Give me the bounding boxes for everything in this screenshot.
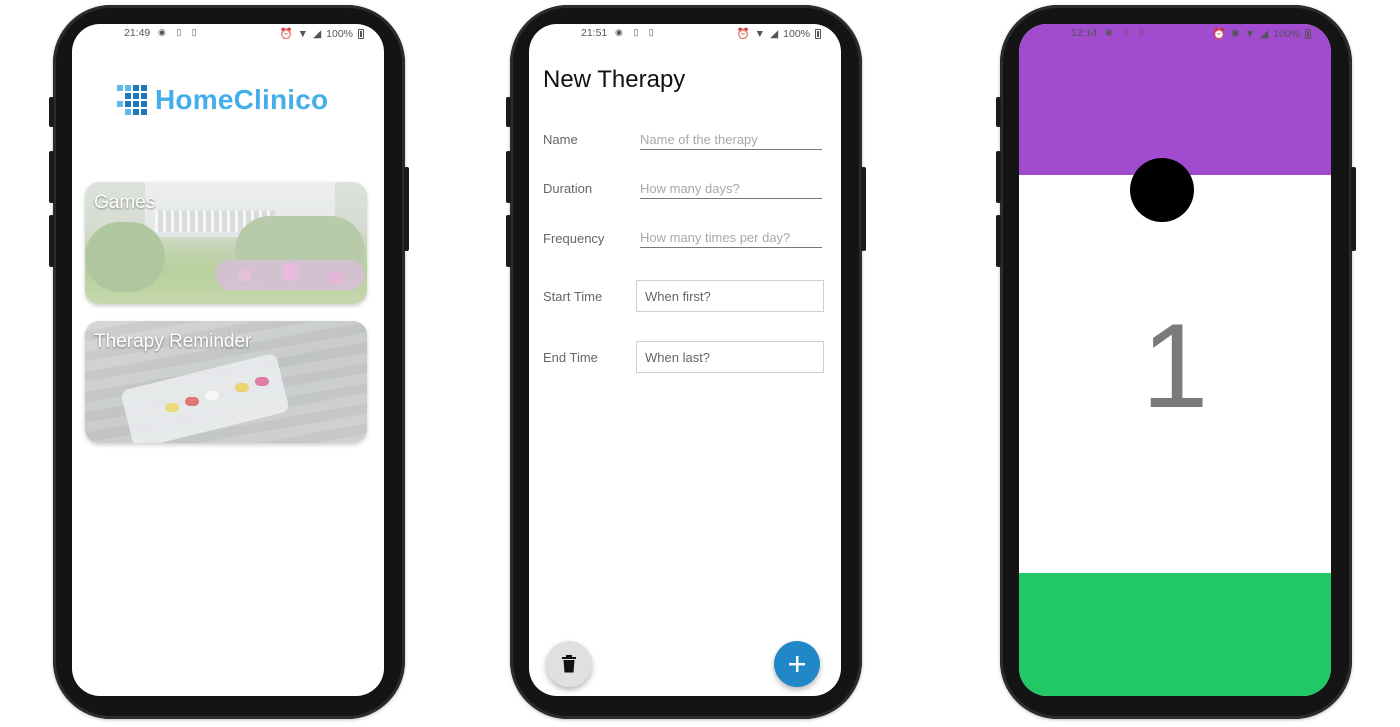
therapy-reminder-card-label: Therapy Reminder [94, 331, 252, 352]
logo-text: HomeClinico [155, 84, 329, 115]
frequency-input[interactable] [640, 228, 822, 248]
frequency-label: Frequency [543, 231, 605, 246]
battery-percent: 100% [783, 27, 810, 40]
trash-icon [562, 655, 576, 673]
end-time-label: End Time [543, 350, 598, 365]
game-screen: 12:14 ◉ ▯ ▯ ⏰ ✱ ▼ ◢ 100% 1 [1019, 24, 1331, 696]
signal-icon: ◢ [313, 27, 322, 40]
alarm-icon: ⏰ [1212, 28, 1226, 40]
duration-label: Duration [543, 181, 593, 196]
signal-icon: ◢ [1260, 27, 1269, 40]
status-time: 12:14 [1071, 27, 1098, 39]
notification-icons: ◉ ▯ ▯ [158, 27, 201, 37]
status-bar: 21:51 ◉ ▯ ▯ ⏰ ▼ ◢ 100% [529, 24, 841, 42]
delete-button[interactable] [546, 641, 592, 687]
status-bar: 12:14 ◉ ▯ ▯ ⏰ ✱ ▼ ◢ 100% [1019, 24, 1331, 42]
name-label: Name [543, 132, 578, 147]
phone-frame-game: 12:14 ◉ ▯ ▯ ⏰ ✱ ▼ ◢ 100% 1 [996, 5, 1356, 719]
name-input[interactable] [640, 130, 822, 150]
notification-icons: ◉ ▯ ▯ [615, 27, 658, 37]
end-time-input[interactable] [636, 341, 824, 373]
battery-icon [1305, 28, 1311, 39]
bluetooth-icon: ✱ [1230, 27, 1240, 40]
score-counter: 1 [1141, 299, 1209, 433]
game-top-zone[interactable] [1019, 24, 1331, 175]
notification-icons: ◉ ▯ ▯ [1105, 27, 1148, 37]
start-time-input[interactable] [636, 280, 824, 312]
logo-grid-icon [117, 85, 147, 115]
status-time: 21:51 [581, 27, 608, 39]
status-bar: 21:49 ◉ ▯ ▯ ⏰ ▼ ◢ 100% [72, 24, 384, 42]
wifi-icon: ▼ [1244, 27, 1256, 40]
duration-input[interactable] [640, 179, 822, 199]
battery-icon [358, 28, 364, 39]
therapy-reminder-card[interactable]: Therapy Reminder [85, 321, 367, 443]
signal-icon: ◢ [770, 27, 779, 40]
add-therapy-button[interactable] [774, 641, 820, 687]
page-title: New Therapy [543, 66, 686, 93]
wifi-icon: ▼ [754, 27, 766, 40]
battery-percent: 100% [326, 27, 353, 40]
home-screen: 21:49 ◉ ▯ ▯ ⏰ ▼ ◢ 100% HomeClinico Games… [72, 24, 384, 696]
game-bottom-zone[interactable] [1019, 573, 1331, 696]
plus-icon [789, 656, 805, 672]
status-time: 21:49 [124, 27, 151, 39]
app-logo: HomeClinico [117, 84, 328, 116]
battery-icon [815, 28, 821, 39]
start-time-label: Start Time [543, 289, 603, 304]
alarm-icon: ⏰ [736, 28, 750, 40]
games-card-label: Games [94, 192, 156, 213]
wifi-icon: ▼ [297, 27, 309, 40]
new-therapy-screen: 21:51 ◉ ▯ ▯ ⏰ ▼ ◢ 100% New Therapy Name … [529, 24, 841, 696]
phone-frame-new-therapy: 21:51 ◉ ▯ ▯ ⏰ ▼ ◢ 100% New Therapy Name … [506, 5, 866, 719]
battery-percent: 100% [1273, 27, 1300, 40]
game-ball[interactable] [1130, 158, 1194, 222]
alarm-icon: ⏰ [279, 28, 293, 40]
phone-frame-home: 21:49 ◉ ▯ ▯ ⏰ ▼ ◢ 100% HomeClinico Games… [49, 5, 409, 719]
games-card[interactable]: Games [85, 182, 367, 304]
